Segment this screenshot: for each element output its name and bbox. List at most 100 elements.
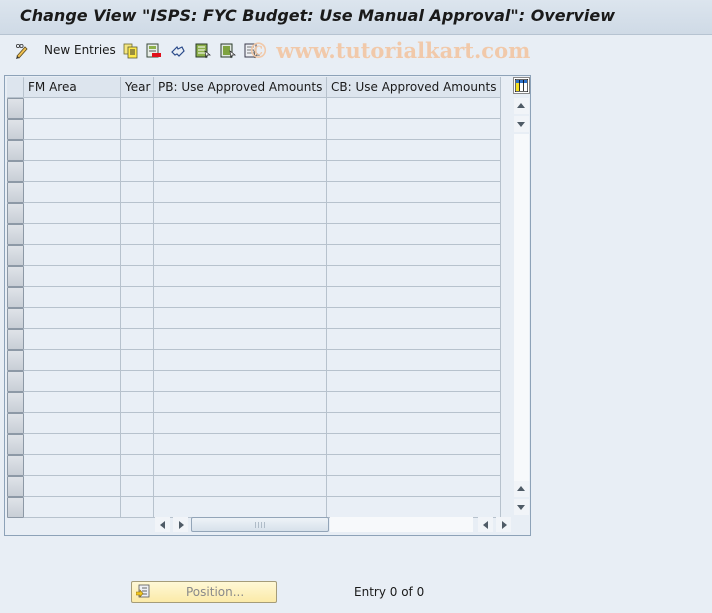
row-selector[interactable] — [7, 224, 24, 245]
cell-cb-use-approved-amounts[interactable] — [327, 476, 501, 497]
cell-fm-area[interactable] — [24, 329, 121, 350]
column-configuration-button[interactable] — [513, 77, 530, 94]
cell-year[interactable] — [121, 245, 154, 266]
cell-fm-area[interactable] — [24, 497, 121, 518]
cell-fm-area[interactable] — [24, 224, 121, 245]
cell-pb-use-approved-amounts[interactable] — [154, 245, 327, 266]
cell-year[interactable] — [121, 119, 154, 140]
row-selector[interactable] — [7, 392, 24, 413]
cell-fm-area[interactable] — [24, 203, 121, 224]
scroll-left-end-button[interactable] — [478, 517, 493, 532]
row-selector[interactable] — [7, 161, 24, 182]
cell-cb-use-approved-amounts[interactable] — [327, 245, 501, 266]
cell-fm-area[interactable] — [24, 308, 121, 329]
cell-pb-use-approved-amounts[interactable] — [154, 455, 327, 476]
cell-fm-area[interactable] — [24, 392, 121, 413]
cell-cb-use-approved-amounts[interactable] — [327, 224, 501, 245]
row-selector[interactable] — [7, 497, 24, 518]
horizontal-scroll-track[interactable] — [330, 517, 473, 532]
cell-fm-area[interactable] — [24, 266, 121, 287]
cell-cb-use-approved-amounts[interactable] — [327, 392, 501, 413]
cell-year[interactable] — [121, 497, 154, 518]
cell-fm-area[interactable] — [24, 287, 121, 308]
cell-cb-use-approved-amounts[interactable] — [327, 287, 501, 308]
cell-year[interactable] — [121, 140, 154, 161]
cell-fm-area[interactable] — [24, 161, 121, 182]
cell-cb-use-approved-amounts[interactable] — [327, 329, 501, 350]
cell-year[interactable] — [121, 392, 154, 413]
cell-cb-use-approved-amounts[interactable] — [327, 119, 501, 140]
horizontal-scroll-thumb[interactable] — [191, 517, 329, 532]
row-selector[interactable] — [7, 182, 24, 203]
cell-cb-use-approved-amounts[interactable] — [327, 497, 501, 518]
scroll-up-button[interactable] — [514, 98, 529, 114]
scroll-down-button[interactable] — [514, 116, 529, 132]
cell-pb-use-approved-amounts[interactable] — [154, 98, 327, 119]
row-selector[interactable] — [7, 140, 24, 161]
cell-cb-use-approved-amounts[interactable] — [327, 161, 501, 182]
cell-fm-area[interactable] — [24, 371, 121, 392]
column-header-pb-use-approved-amounts[interactable]: PB: Use Approved Amounts — [154, 77, 327, 98]
cell-pb-use-approved-amounts[interactable] — [154, 161, 327, 182]
position-button[interactable]: Position... — [131, 581, 277, 603]
cell-cb-use-approved-amounts[interactable] — [327, 350, 501, 371]
cell-year[interactable] — [121, 413, 154, 434]
cell-fm-area[interactable] — [24, 413, 121, 434]
cell-fm-area[interactable] — [24, 455, 121, 476]
cell-year[interactable] — [121, 329, 154, 350]
column-header-fm-area[interactable]: FM Area — [24, 77, 121, 98]
horizontal-scrollbar[interactable] — [153, 516, 513, 533]
scroll-up-bottom-button[interactable] — [514, 481, 529, 497]
delete-button[interactable] — [146, 41, 161, 59]
row-selector[interactable] — [7, 434, 24, 455]
cell-pb-use-approved-amounts[interactable] — [154, 308, 327, 329]
cell-year[interactable] — [121, 371, 154, 392]
cell-cb-use-approved-amounts[interactable] — [327, 203, 501, 224]
row-selector[interactable] — [7, 371, 24, 392]
select-block-button[interactable] — [220, 41, 236, 59]
cell-pb-use-approved-amounts[interactable] — [154, 350, 327, 371]
cell-year[interactable] — [121, 350, 154, 371]
row-selector[interactable] — [7, 287, 24, 308]
cell-pb-use-approved-amounts[interactable] — [154, 371, 327, 392]
cell-cb-use-approved-amounts[interactable] — [327, 308, 501, 329]
row-selector[interactable] — [7, 350, 24, 371]
cell-fm-area[interactable] — [24, 434, 121, 455]
cell-year[interactable] — [121, 434, 154, 455]
cell-pb-use-approved-amounts[interactable] — [154, 329, 327, 350]
undo-change-button[interactable] — [170, 41, 185, 59]
row-selector[interactable] — [7, 329, 24, 350]
cell-pb-use-approved-amounts[interactable] — [154, 119, 327, 140]
new-entries-button[interactable]: New Entries — [44, 41, 116, 59]
cell-year[interactable] — [121, 98, 154, 119]
cell-pb-use-approved-amounts[interactable] — [154, 182, 327, 203]
cell-cb-use-approved-amounts[interactable] — [327, 98, 501, 119]
row-selector[interactable] — [7, 266, 24, 287]
cell-pb-use-approved-amounts[interactable] — [154, 476, 327, 497]
cell-pb-use-approved-amounts[interactable] — [154, 140, 327, 161]
cell-cb-use-approved-amounts[interactable] — [327, 266, 501, 287]
row-selector[interactable] — [7, 245, 24, 266]
cell-pb-use-approved-amounts[interactable] — [154, 224, 327, 245]
column-header-year[interactable]: Year — [121, 77, 154, 98]
vertical-scroll-track[interactable] — [514, 134, 529, 484]
row-selector[interactable] — [7, 203, 24, 224]
cell-pb-use-approved-amounts[interactable] — [154, 203, 327, 224]
cell-fm-area[interactable] — [24, 140, 121, 161]
cell-fm-area[interactable] — [24, 476, 121, 497]
row-selector[interactable] — [7, 98, 24, 119]
cell-cb-use-approved-amounts[interactable] — [327, 455, 501, 476]
cell-fm-area[interactable] — [24, 182, 121, 203]
scroll-right-button[interactable] — [173, 517, 188, 532]
cell-cb-use-approved-amounts[interactable] — [327, 182, 501, 203]
cell-year[interactable] — [121, 266, 154, 287]
cell-year[interactable] — [121, 161, 154, 182]
row-selector[interactable] — [7, 308, 24, 329]
cell-pb-use-approved-amounts[interactable] — [154, 287, 327, 308]
row-selector[interactable] — [7, 476, 24, 497]
row-selector[interactable] — [7, 119, 24, 140]
row-selector[interactable] — [7, 455, 24, 476]
cell-fm-area[interactable] — [24, 245, 121, 266]
cell-pb-use-approved-amounts[interactable] — [154, 434, 327, 455]
cell-year[interactable] — [121, 308, 154, 329]
